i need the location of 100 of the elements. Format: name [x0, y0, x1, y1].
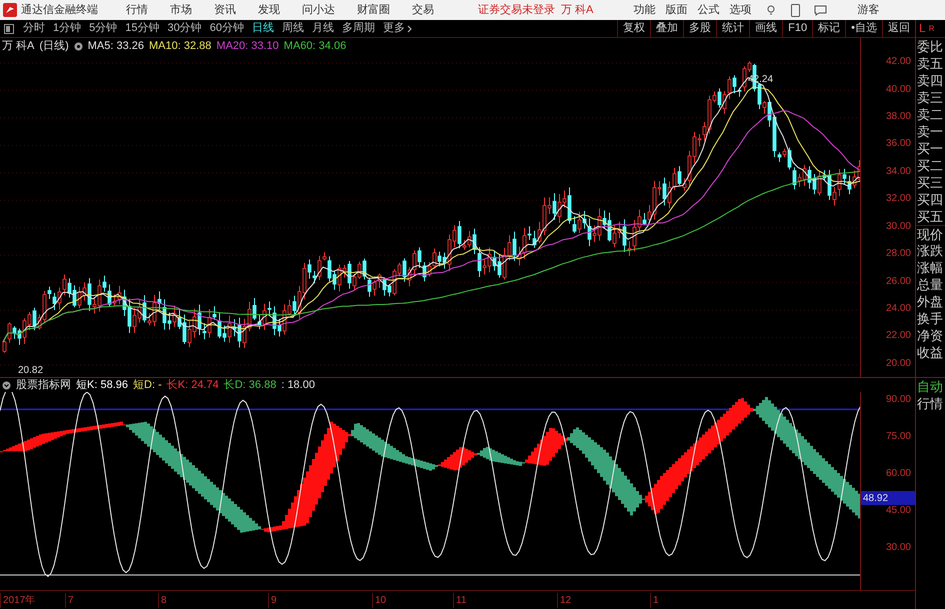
- ma-value: MA20: 33.10: [216, 39, 279, 54]
- menu-item[interactable]: 问小达: [294, 2, 343, 18]
- tool-button[interactable]: 标记: [812, 20, 846, 37]
- date-label: 9: [271, 594, 277, 606]
- quote-field-label: 买二: [916, 157, 944, 174]
- quote-field-label: 收益: [916, 344, 944, 361]
- menu-item[interactable]: 行情: [118, 2, 156, 18]
- date-label: 7: [68, 594, 74, 606]
- stock-label: 万 科A: [2, 39, 34, 54]
- menu-action[interactable]: 功能: [633, 2, 656, 18]
- menu-action[interactable]: 版面: [665, 2, 688, 18]
- indicator-tick: 30.00: [886, 541, 911, 555]
- indicator-value: 短K: 58.96: [76, 378, 128, 393]
- tool-button[interactable]: 返回: [882, 20, 915, 37]
- low-price-label: 20.82: [18, 364, 44, 376]
- quote-field-label: 换手: [916, 310, 944, 327]
- app-logo-icon: [3, 3, 17, 17]
- quote-field-label: 买一: [916, 140, 944, 157]
- collapse-icon[interactable]: [2, 380, 11, 390]
- auto-field-label[interactable]: 行情: [916, 395, 945, 412]
- quote-field-label: 总量: [916, 276, 944, 293]
- tool-button[interactable]: 多股: [683, 20, 716, 37]
- menu-action[interactable]: 选项: [729, 2, 752, 18]
- ma-value: MA60: 34.06: [284, 39, 346, 54]
- quote-field-label: 卖二: [916, 106, 944, 123]
- price-tick: 34.00: [886, 164, 911, 179]
- period-tab[interactable]: 60分钟: [206, 20, 248, 37]
- indicator-extra: : 18.00: [281, 378, 315, 393]
- quote-field-label: 卖三: [916, 89, 944, 106]
- date-label: 1: [653, 594, 659, 606]
- price-tick: 40.00: [886, 82, 911, 97]
- period-tab[interactable]: 分时: [19, 20, 49, 37]
- tool-button[interactable]: 画线: [749, 20, 782, 37]
- tool-button[interactable]: 复权: [617, 20, 650, 37]
- stock-name: 万 科A: [561, 2, 594, 18]
- period-tab[interactable]: 5分钟: [85, 20, 122, 37]
- menu-item[interactable]: 财富圈: [349, 2, 398, 18]
- quote-field-label: 涨跌: [916, 242, 944, 259]
- menu-item[interactable]: 发现: [250, 2, 288, 18]
- period-tab[interactable]: 15分钟: [121, 20, 164, 37]
- date-label: 8: [161, 594, 167, 606]
- period-tab[interactable]: 周线: [278, 20, 308, 37]
- panel-toggle-icon[interactable]: [4, 24, 14, 34]
- quote-field-label: 卖四: [916, 72, 944, 89]
- bulb-icon[interactable]: [765, 4, 778, 16]
- period-tab[interactable]: 月线: [308, 20, 338, 37]
- ma-value: MA5: 33.26: [88, 39, 144, 54]
- quote-field-label: 买四: [916, 191, 944, 208]
- price-tick: 30.00: [886, 220, 911, 234]
- tool-button[interactable]: F10: [782, 20, 812, 37]
- price-tick: 24.00: [886, 302, 911, 316]
- phone-icon[interactable]: [791, 4, 800, 16]
- quote-field-label: 买三: [916, 174, 944, 191]
- panel-header-label[interactable]: L: [919, 20, 926, 37]
- quote-field-label: 涨幅: [916, 259, 944, 276]
- menu-item[interactable]: 市场: [162, 2, 200, 18]
- menu-item[interactable]: 交易: [404, 2, 442, 18]
- price-tick: 28.00: [886, 247, 911, 262]
- price-tick: 26.00: [886, 274, 911, 289]
- chevron-right-icon: [407, 24, 412, 32]
- price-tick: 20.00: [886, 356, 911, 371]
- date-label: 11: [456, 594, 466, 606]
- auto-field-label[interactable]: 自动: [916, 378, 945, 395]
- quote-field-label: 净资: [916, 327, 944, 344]
- indicator-value: 短D: -: [133, 378, 162, 393]
- indicator-name: 股票指标网: [16, 378, 71, 393]
- quote-field-label: 卖五: [916, 55, 944, 72]
- price-tick: 32.00: [886, 192, 911, 206]
- period-tab[interactable]: 1分钟: [49, 20, 86, 37]
- current-value-label: 48.92: [861, 491, 915, 505]
- menu-action[interactable]: 公式: [697, 2, 720, 18]
- quote-field-label: 现价: [916, 225, 945, 242]
- quote-field-label: 委比: [916, 38, 944, 55]
- period-tab[interactable]: 日线: [248, 20, 278, 37]
- price-tick: 38.00: [886, 110, 911, 124]
- login-status[interactable]: 证券交易未登录: [478, 2, 555, 18]
- more-button[interactable]: 更多: [379, 20, 416, 37]
- date-label: 10: [375, 594, 386, 606]
- tool-button[interactable]: 叠加: [650, 20, 684, 37]
- price-tick: 22.00: [886, 329, 911, 344]
- app-title: 通达信金融终端: [21, 2, 98, 18]
- panel-header-label[interactable]: R: [928, 20, 934, 37]
- ma-value: MA10: 32.88: [149, 39, 212, 54]
- quote-field-label: 买五: [916, 208, 944, 225]
- indicator-tick: 75.00: [886, 430, 911, 444]
- indicator-tick: 90.00: [886, 393, 911, 407]
- period-tab[interactable]: 多周期: [338, 20, 379, 37]
- quote-field-label: 卖一: [916, 123, 944, 140]
- message-icon[interactable]: [814, 4, 828, 16]
- menu-item[interactable]: 资讯: [206, 2, 244, 18]
- quote-field-label: 外盘: [916, 293, 944, 310]
- period-tab[interactable]: 30分钟: [164, 20, 206, 37]
- price-tick: 36.00: [886, 137, 911, 152]
- user-label[interactable]: 游客: [857, 2, 880, 18]
- settings-icon[interactable]: [74, 42, 83, 51]
- period-label: (日线): [39, 39, 69, 54]
- price-tick: 42.00: [886, 55, 911, 70]
- tool-button[interactable]: •自选: [845, 20, 882, 37]
- date-label: 2017年: [3, 594, 36, 606]
- tool-button[interactable]: 统计: [716, 20, 750, 37]
